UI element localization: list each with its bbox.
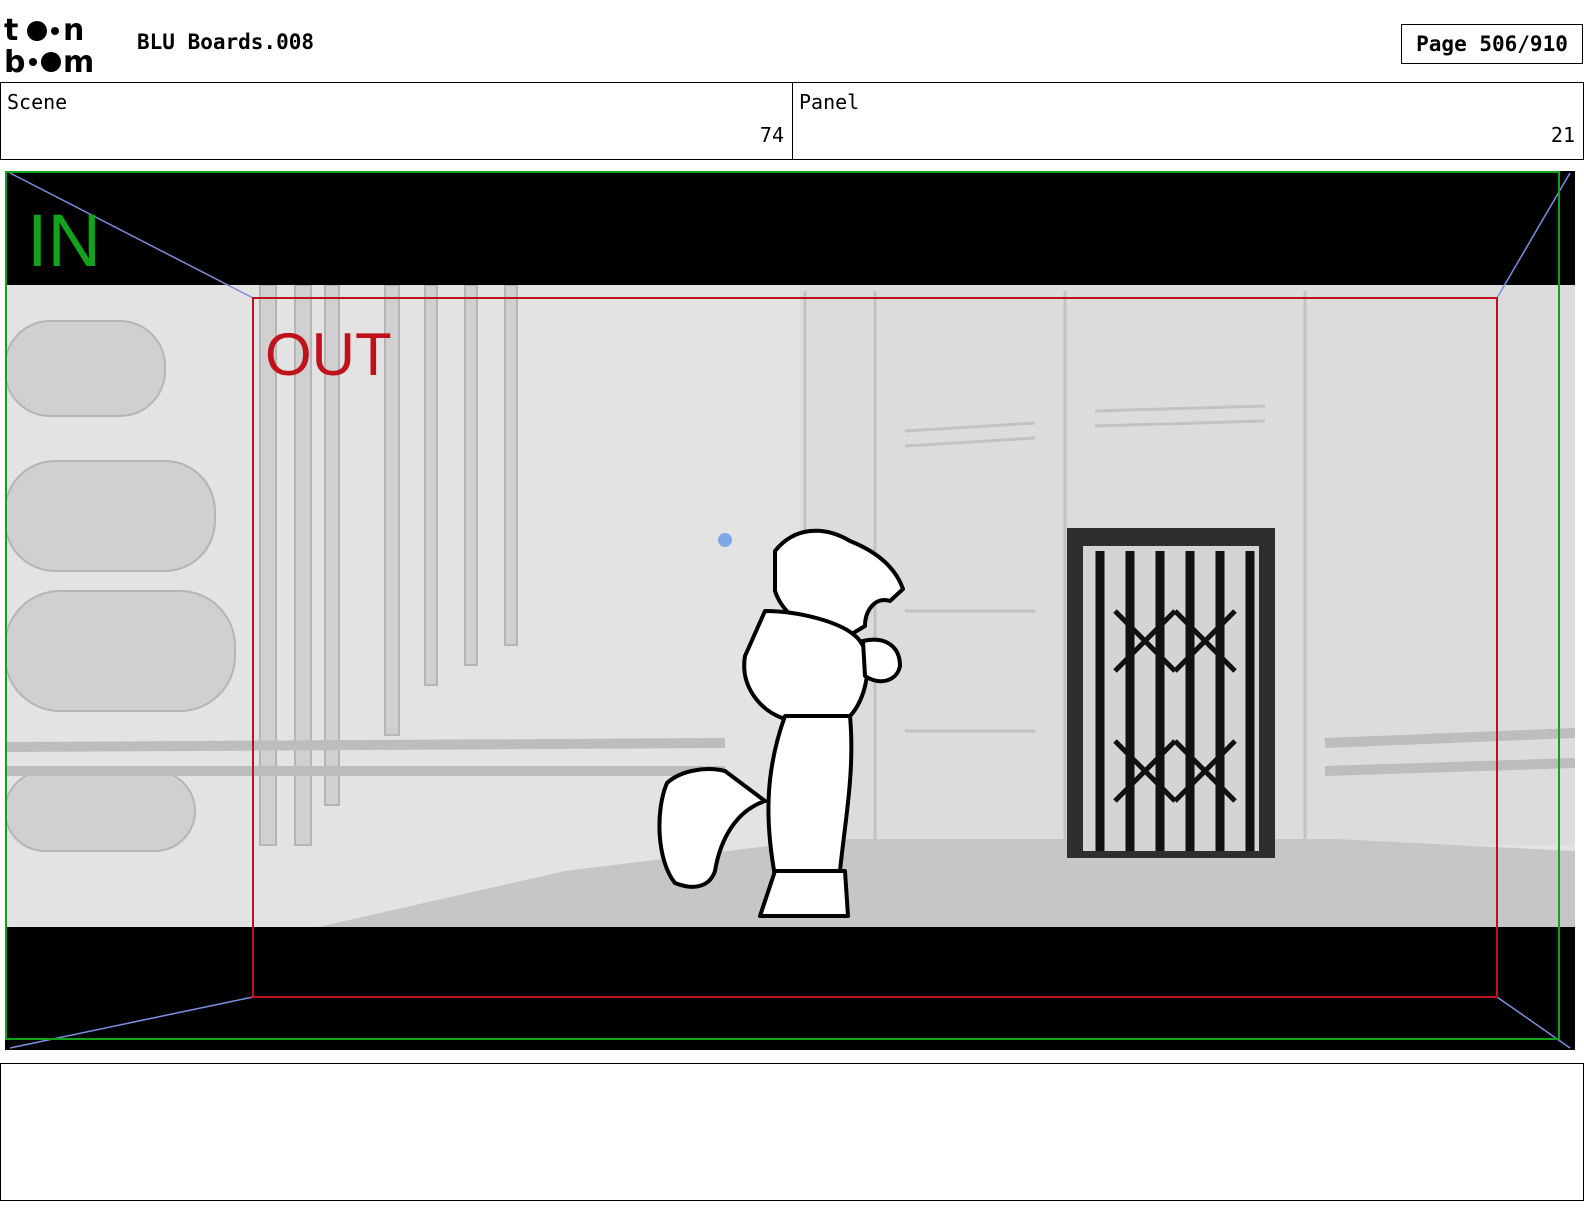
svg-text:m: m — [63, 45, 94, 76]
page-indicator: Page 506/910 — [1401, 24, 1583, 64]
in-frame-label: IN — [27, 199, 101, 282]
notes-box — [0, 1063, 1584, 1201]
scene-cell: Scene 74 — [1, 83, 793, 159]
out-frame-label: OUT — [265, 321, 392, 388]
svg-text:t: t — [4, 14, 18, 48]
svg-text:b: b — [4, 45, 25, 76]
pivot-marker — [718, 533, 732, 547]
toon-boom-logo: t n b m — [4, 14, 94, 76]
scene-label: Scene — [7, 90, 68, 114]
panel-cell: Panel 21 — [793, 83, 1583, 159]
scene-panel-row: Scene 74 Panel 21 — [0, 82, 1584, 160]
scene-number: 74 — [759, 123, 784, 147]
elevator-door — [1067, 528, 1275, 858]
panel-label: Panel — [799, 90, 860, 114]
panel-number: 21 — [1550, 123, 1575, 147]
storyboard-frame: IN OUT — [5, 171, 1575, 1050]
storyboard-drawing: IN OUT — [5, 171, 1575, 1050]
document-title: BLU Boards.008 — [137, 30, 315, 54]
svg-text:n: n — [63, 14, 84, 48]
